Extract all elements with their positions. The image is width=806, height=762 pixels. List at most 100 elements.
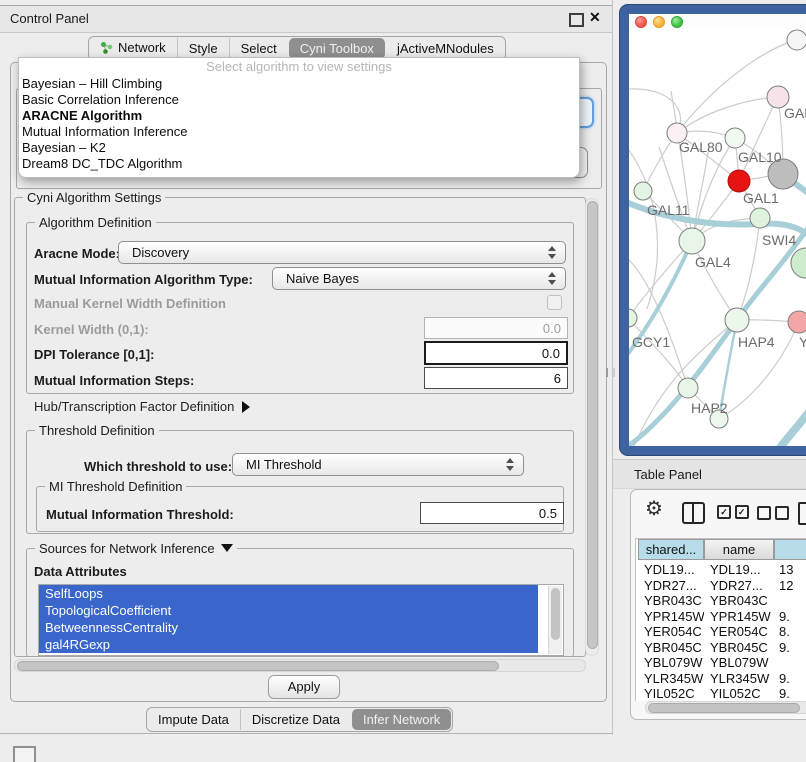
cyni-bottom-tabbar: Impute Data Discretize Data Infer Networ… — [146, 707, 453, 732]
zoom-traffic-light-icon[interactable] — [671, 16, 683, 28]
control-panel-titlebar: Control Panel ✕ — [0, 5, 613, 33]
tab-infer-network[interactable]: Infer Network — [352, 709, 451, 730]
node-label: GAL1 — [743, 190, 779, 206]
column-header-name[interactable]: name — [704, 539, 774, 560]
mi-algorithm-type-label: Mutual Information Algorithm Type: — [34, 272, 253, 287]
list-scrollbar-thumb[interactable] — [551, 588, 560, 640]
which-threshold-select[interactable]: MI Threshold — [232, 453, 524, 476]
column-header-shared[interactable]: shared... — [638, 539, 704, 560]
kernel-width-input[interactable] — [424, 317, 568, 339]
tab-impute-data[interactable]: Impute Data — [147, 709, 240, 730]
mi-threshold-group-title: MI Threshold Definition — [45, 479, 186, 494]
cell-name: YDR27... — [710, 578, 772, 593]
table-settings-gear-icon[interactable]: ⚙ — [645, 496, 663, 521]
cell-shared-name: YDR27... — [644, 578, 704, 593]
list-scrollbar[interactable] — [548, 586, 562, 654]
data-attributes-list: SelfLoops TopologicalCoefficient Between… — [38, 584, 564, 656]
dpi-tolerance-label: DPI Tolerance [0,1]: — [34, 347, 154, 362]
table-row[interactable]: YDL19...YDL19...13 — [636, 562, 806, 578]
kernel-width-label: Kernel Width (0,1): — [34, 322, 149, 337]
list-item[interactable]: BetweennessCentrality — [39, 619, 538, 636]
network-view-window[interactable]: GAL GAL80 GAL10 GAL1 GAL11 SWI4 GAL4 GCY… — [620, 5, 806, 455]
mi-steps-input[interactable] — [424, 367, 568, 389]
hub-factor-section-toggle[interactable]: Hub/Transcription Factor Definition — [34, 399, 250, 414]
select-all-checkboxes-icon[interactable]: ✓ ✓ — [717, 505, 749, 520]
node-label: Y — [799, 334, 806, 350]
node-label: HAP2 — [691, 400, 728, 416]
list-item[interactable]: TopologicalCoefficient — [39, 602, 538, 619]
node-label: GAL10 — [738, 149, 782, 165]
node-salmon[interactable] — [788, 311, 806, 333]
cell-name: YLR345W — [710, 671, 772, 686]
node-large-green[interactable] — [791, 248, 806, 278]
tab-discretize-data[interactable]: Discretize Data — [240, 709, 351, 730]
table-hscroll-thumb[interactable] — [648, 703, 800, 713]
table-row[interactable]: YIL052CYIL052C9. — [636, 686, 806, 702]
algorithm-option[interactable]: Dream8 DC_TDC Algorithm — [19, 156, 579, 172]
apply-button[interactable]: Apply — [268, 675, 340, 699]
deselect-all-checkboxes-icon[interactable] — [757, 506, 789, 521]
table-horizontal-scrollbar[interactable] — [645, 701, 806, 714]
tab-select[interactable]: Select — [229, 38, 288, 59]
table-row[interactable]: YLR345WYLR345W9. — [636, 671, 806, 687]
table-row[interactable]: YPR145WYPR145W9. — [636, 609, 806, 625]
node-hap4[interactable] — [725, 308, 749, 332]
spinner-arrows-icon — [506, 458, 514, 471]
node-gal11[interactable] — [634, 182, 652, 200]
node-table: shared... name YDL19...YDL19...13 YDR27.… — [635, 538, 806, 701]
list-item[interactable]: gal4RGexp — [39, 636, 538, 653]
tab-cyni-toolbox[interactable]: Cyni Toolbox — [289, 38, 385, 59]
minimize-traffic-light-icon[interactable] — [653, 16, 665, 28]
which-threshold-label: Which threshold to use: — [84, 459, 232, 474]
network-window-titlebar[interactable] — [629, 14, 806, 29]
network-icon — [100, 41, 113, 57]
algorithm-option[interactable]: Bayesian – K2 — [19, 140, 579, 156]
network-canvas[interactable]: GAL GAL80 GAL10 GAL1 GAL11 SWI4 GAL4 GCY… — [629, 29, 806, 446]
close-icon[interactable]: ✕ — [589, 9, 601, 26]
node-label: GAL4 — [695, 254, 731, 270]
algorithm-option[interactable]: Basic Correlation Inference — [19, 92, 579, 108]
mi-algorithm-type-select[interactable]: Naive Bayes — [272, 267, 566, 290]
cyni-algorithm-settings-title: Cyni Algorithm Settings — [23, 190, 165, 205]
minimized-panel-icon[interactable] — [13, 746, 36, 762]
node-gal10[interactable] — [725, 128, 745, 148]
mi-threshold-label: Mutual Information Threshold: — [46, 507, 234, 522]
column-header-cut[interactable] — [774, 539, 806, 560]
dpi-tolerance-input[interactable] — [424, 341, 568, 365]
algorithm-option-highlighted[interactable]: ARACNE Algorithm — [19, 108, 579, 124]
mi-threshold-input[interactable] — [420, 502, 564, 524]
table-row[interactable]: YBR043CYBR043C — [636, 593, 806, 609]
document-icon[interactable] — [798, 502, 806, 525]
table-row[interactable]: YER054CYER054C8. — [636, 624, 806, 640]
tab-style[interactable]: Style — [177, 38, 229, 59]
column-layout-icon[interactable] — [682, 502, 705, 524]
table-row[interactable]: YBL079WYBL079W — [636, 655, 806, 671]
list-item[interactable]: SelfLoops — [39, 585, 538, 602]
node-gal1-red[interactable] — [728, 170, 750, 192]
settings-vertical-scrollbar[interactable] — [585, 198, 599, 656]
cell-shared-name: YDL19... — [644, 562, 704, 577]
tab-infer-network-label: Infer Network — [363, 712, 440, 727]
node-swi4[interactable] — [750, 208, 770, 228]
cell-name: YBL079W — [710, 655, 772, 670]
manual-kernel-width-checkbox[interactable] — [547, 295, 562, 310]
node-hap2[interactable] — [678, 378, 698, 398]
settings-hscroll-thumb[interactable] — [17, 661, 499, 671]
node-gcy1[interactable] — [629, 309, 637, 327]
algorithm-option[interactable]: Mutual Information Inference — [19, 124, 579, 140]
settings-vscroll-thumb[interactable] — [587, 201, 598, 649]
table-row[interactable]: YBR045CYBR045C9. — [636, 640, 806, 656]
settings-horizontal-scrollbar[interactable] — [14, 659, 586, 672]
node-unlabeled[interactable] — [787, 30, 806, 50]
splitter-handle[interactable] — [606, 368, 615, 377]
aracne-mode-select[interactable]: Discovery — [118, 241, 566, 264]
sources-group-title[interactable]: Sources for Network Inference — [35, 541, 237, 556]
spinner-arrows-icon — [548, 246, 556, 259]
float-panel-icon[interactable] — [569, 13, 584, 27]
node-gal4[interactable] — [679, 228, 705, 254]
tab-jactivemnodules[interactable]: jActiveMNodules — [386, 38, 505, 59]
table-row[interactable]: YDR27...YDR27...12 — [636, 578, 806, 594]
close-traffic-light-icon[interactable] — [635, 16, 647, 28]
node-label: GAL80 — [679, 139, 723, 155]
algorithm-option[interactable]: Bayesian – Hill Climbing — [19, 76, 579, 92]
